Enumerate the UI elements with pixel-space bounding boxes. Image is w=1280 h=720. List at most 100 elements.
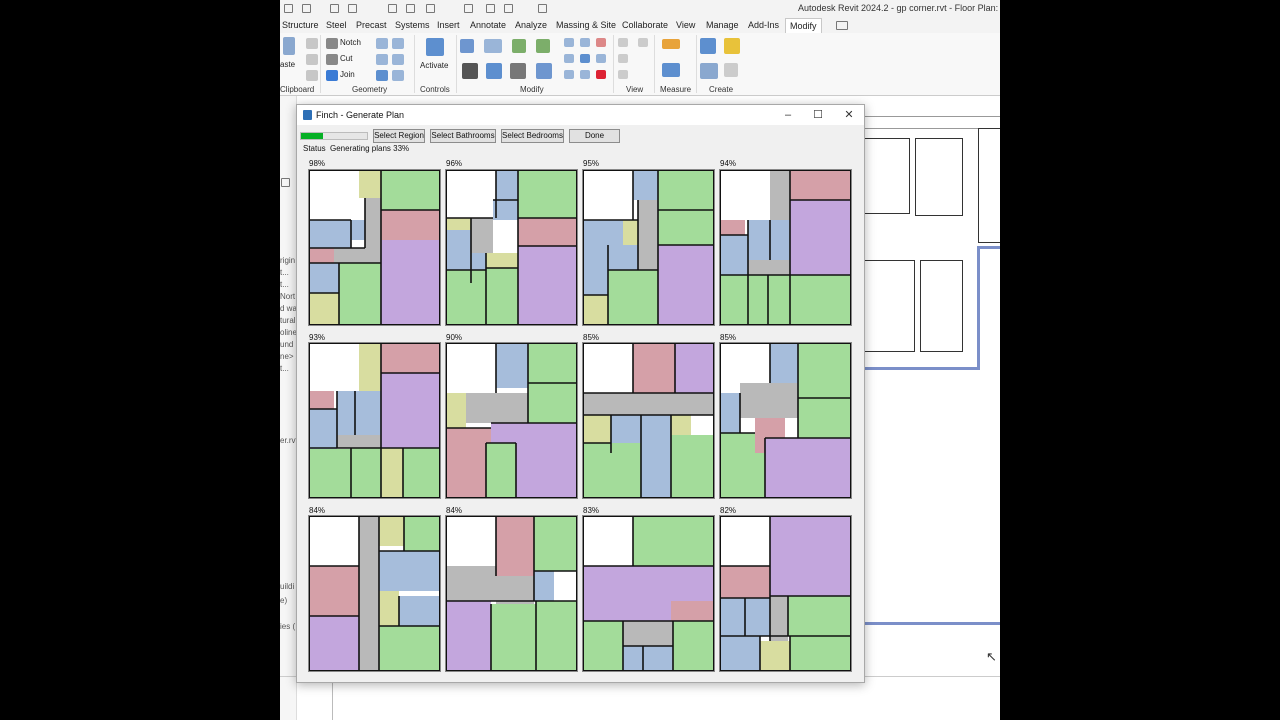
plan-option-8[interactable]	[719, 342, 852, 499]
finch-app-icon	[303, 110, 312, 120]
cut-clipboard-icon[interactable]	[306, 38, 318, 49]
split-gap-icon[interactable]	[580, 38, 590, 47]
view-tool-4-icon[interactable]	[618, 70, 628, 79]
plan-option-11[interactable]	[582, 515, 715, 672]
split-icon[interactable]	[564, 38, 574, 47]
close-icon[interactable]: ✕	[842, 108, 856, 122]
plan-option-5[interactable]	[308, 342, 441, 499]
tab-add-ins[interactable]: Add-Ins	[748, 20, 779, 30]
tab-systems[interactable]: Systems	[395, 20, 430, 30]
switch-windows-icon[interactable]	[538, 4, 547, 13]
modify-tool-2-icon[interactable]	[580, 70, 590, 79]
sync-icon[interactable]	[348, 4, 357, 13]
plan-option-6[interactable]	[445, 342, 578, 499]
contextual-tab-icon[interactable]	[836, 21, 848, 30]
mirror-draw-icon[interactable]	[536, 39, 550, 53]
maximize-icon[interactable]: ☐	[811, 108, 825, 122]
measure-between-icon[interactable]	[662, 39, 680, 49]
plan-option-1[interactable]	[308, 169, 441, 326]
property-fragment: und	[280, 340, 294, 349]
tab-modify[interactable]: Modify	[785, 18, 822, 34]
create-similar-icon[interactable]	[724, 38, 740, 54]
print-icon[interactable]	[330, 4, 339, 13]
mirror-axis-icon[interactable]	[512, 39, 526, 53]
aligned-dimension-icon[interactable]	[662, 63, 680, 77]
pin-icon[interactable]	[596, 54, 606, 63]
tab-collaborate[interactable]: Collaborate	[622, 20, 668, 30]
geometry-tool-3-icon[interactable]	[376, 54, 388, 65]
thin-lines-icon[interactable]	[504, 4, 513, 13]
cut-geometry-icon[interactable]	[326, 54, 338, 65]
plan-option-9[interactable]	[308, 515, 441, 672]
tab-annotate[interactable]: Annotate	[470, 20, 506, 30]
tab-analyze[interactable]: Analyze	[515, 20, 547, 30]
geometry-tool-5-icon[interactable]	[376, 70, 388, 81]
plan-option-2[interactable]	[445, 169, 578, 326]
create-assembly-icon[interactable]	[700, 38, 716, 54]
redo-icon[interactable]	[302, 4, 311, 13]
select-bedrooms-button[interactable]: Select Bedrooms	[501, 129, 564, 143]
property-fragment[interactable]: t...	[280, 268, 289, 277]
align-icon[interactable]	[460, 39, 474, 53]
tab-massing-site[interactable]: Massing & Site	[556, 20, 616, 30]
property-fragment[interactable]: t...	[280, 364, 289, 373]
geometry-tool-4-icon[interactable]	[392, 54, 404, 65]
unpin-icon[interactable]	[596, 38, 606, 47]
plan-option-12[interactable]	[719, 515, 852, 672]
undo-icon[interactable]	[284, 4, 293, 13]
notch-icon[interactable]	[326, 38, 338, 49]
copy-icon[interactable]	[306, 54, 318, 65]
delete-icon[interactable]	[596, 70, 606, 79]
view-tool-1-icon[interactable]	[618, 38, 628, 47]
select-bathrooms-button[interactable]: Select Bathrooms	[430, 129, 496, 143]
copy-element-icon[interactable]	[486, 63, 502, 79]
paste-icon[interactable]	[283, 37, 295, 55]
ribbon: aste Clipboard Notch Cut Join Geometry A…	[280, 33, 1000, 96]
modify-tool-icon[interactable]	[564, 70, 574, 79]
measure-icon[interactable]	[388, 4, 397, 13]
create-group-icon[interactable]	[700, 63, 718, 79]
section-icon[interactable]	[486, 4, 495, 13]
trim-icon[interactable]	[536, 63, 552, 79]
tab-manage[interactable]: Manage	[706, 20, 739, 30]
paste-label[interactable]: aste	[280, 60, 295, 69]
status-label: Status	[303, 144, 326, 153]
join-label[interactable]: Join	[340, 70, 355, 79]
text-icon[interactable]	[426, 4, 435, 13]
tab-insert[interactable]: Insert	[437, 20, 460, 30]
join-icon[interactable]	[326, 70, 338, 81]
tab-structure[interactable]: Structure	[282, 20, 319, 30]
dimension-icon[interactable]	[406, 4, 415, 13]
move-icon[interactable]	[462, 63, 478, 79]
scale-icon[interactable]	[580, 54, 590, 63]
activate-icon[interactable]	[426, 38, 444, 56]
plan-option-4[interactable]	[719, 169, 852, 326]
plan-option-7[interactable]	[582, 342, 715, 499]
notch-label[interactable]: Notch	[340, 38, 361, 47]
plan-option-3[interactable]	[582, 169, 715, 326]
geometry-tool-6-icon[interactable]	[392, 70, 404, 81]
rotate-icon[interactable]	[510, 63, 526, 79]
select-region-button[interactable]: Select Region	[373, 129, 425, 143]
property-fragment[interactable]: ne>	[280, 352, 294, 361]
view-tool-3-icon[interactable]	[618, 54, 628, 63]
plan-option-10[interactable]	[445, 515, 578, 672]
tab-view[interactable]: View	[676, 20, 695, 30]
create-parts-icon[interactable]	[724, 63, 738, 77]
tab-steel[interactable]: Steel	[326, 20, 347, 30]
dialog-titlebar[interactable]: Finch - Generate Plan – ☐ ✕	[297, 105, 864, 125]
offset-icon[interactable]	[484, 39, 502, 53]
view-tool-2-icon[interactable]	[638, 38, 648, 47]
minimize-icon[interactable]: –	[781, 108, 795, 122]
home-icon[interactable]	[464, 4, 473, 13]
match-properties-icon[interactable]	[306, 70, 318, 81]
array-icon[interactable]	[564, 54, 574, 63]
done-button[interactable]: Done	[569, 129, 620, 143]
activate-label[interactable]: Activate	[420, 61, 448, 70]
properties-type-icon[interactable]	[281, 178, 290, 187]
geometry-tool-1-icon[interactable]	[376, 38, 388, 49]
property-fragment[interactable]: t...	[280, 280, 289, 289]
geometry-tool-2-icon[interactable]	[392, 38, 404, 49]
cut-label[interactable]: Cut	[340, 54, 352, 63]
tab-precast[interactable]: Precast	[356, 20, 387, 30]
